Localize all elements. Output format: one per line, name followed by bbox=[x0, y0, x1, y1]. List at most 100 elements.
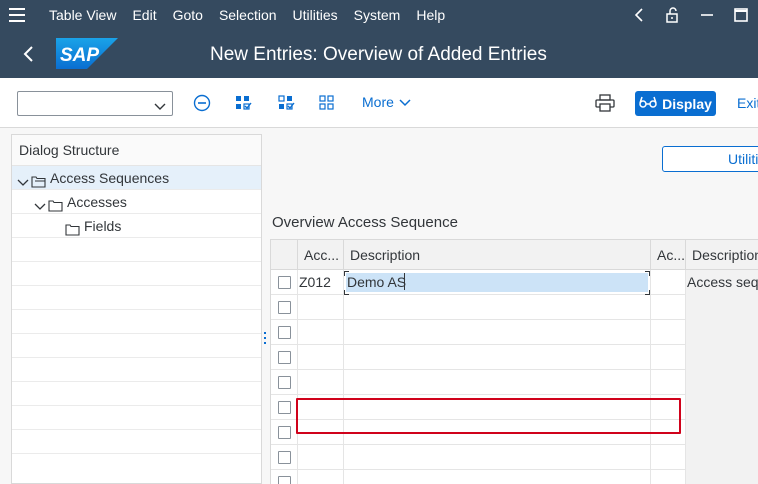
row-selector[interactable] bbox=[271, 395, 298, 420]
minus-circle-icon[interactable] bbox=[191, 91, 213, 115]
cell-access-category[interactable] bbox=[651, 395, 686, 420]
row-checkbox[interactable] bbox=[278, 401, 291, 414]
folder-open-icon bbox=[31, 171, 46, 188]
cell-access-sequence[interactable] bbox=[298, 470, 344, 484]
menu-selection[interactable]: Selection bbox=[211, 0, 285, 30]
panel-splitter[interactable] bbox=[264, 332, 267, 350]
cell-access-category[interactable] bbox=[651, 470, 686, 484]
row-selector[interactable] bbox=[271, 420, 298, 445]
row-checkbox[interactable] bbox=[278, 326, 291, 339]
cell-access-sequence[interactable] bbox=[298, 395, 344, 420]
column-header-access-sequence[interactable]: Acc... bbox=[298, 240, 344, 270]
row-selector[interactable] bbox=[271, 345, 298, 370]
column-header-description[interactable]: Description bbox=[344, 240, 651, 270]
row-checkbox[interactable] bbox=[278, 426, 291, 439]
menu-help[interactable]: Help bbox=[408, 0, 453, 30]
cell-description-2 bbox=[686, 370, 758, 395]
menu-edit[interactable]: Edit bbox=[124, 0, 164, 30]
hamburger-icon[interactable] bbox=[0, 0, 34, 30]
tree-empty-row bbox=[12, 430, 261, 454]
cell-description[interactable] bbox=[344, 470, 651, 484]
cell-access-category[interactable] bbox=[651, 445, 686, 470]
row-selector[interactable] bbox=[271, 295, 298, 320]
description-input-value: Demo AS bbox=[347, 274, 407, 290]
description-input[interactable]: Demo AS bbox=[346, 273, 648, 292]
table-header: Acc... Description Ac... Description bbox=[271, 240, 758, 270]
cell-description-2 bbox=[686, 345, 758, 370]
cell-description-2: Access sequ bbox=[686, 270, 758, 295]
tree-empty-row bbox=[12, 238, 261, 262]
menu-bar: Table View Edit Goto Selection Utilities… bbox=[0, 0, 758, 30]
tree-empty-row bbox=[12, 382, 261, 406]
cell-description[interactable] bbox=[344, 395, 651, 420]
row-selector[interactable] bbox=[271, 470, 298, 484]
cell-description-2 bbox=[686, 295, 758, 320]
chevron-left-icon[interactable] bbox=[622, 0, 656, 30]
row-checkbox[interactable] bbox=[278, 276, 291, 289]
tree-empty-row bbox=[12, 358, 261, 382]
column-header-access-category[interactable]: Ac... bbox=[651, 240, 686, 270]
chevron-left-icon[interactable] bbox=[14, 42, 42, 66]
cell-access-category[interactable] bbox=[651, 420, 686, 445]
row-checkbox[interactable] bbox=[278, 476, 291, 484]
column-header-description-2[interactable]: Description bbox=[686, 240, 758, 270]
deselect-all-icon[interactable] bbox=[316, 91, 338, 115]
row-selector[interactable] bbox=[271, 445, 298, 470]
row-selector[interactable] bbox=[271, 370, 298, 395]
row-checkbox[interactable] bbox=[278, 451, 291, 464]
select-block-icon[interactable] bbox=[275, 91, 297, 115]
cell-access-sequence[interactable]: Z012 bbox=[298, 270, 344, 295]
text-cursor bbox=[404, 273, 405, 290]
more-label: More bbox=[362, 94, 394, 110]
cell-access-category[interactable] bbox=[651, 270, 686, 295]
cell-description[interactable] bbox=[344, 345, 651, 370]
title-bar: SAP New Entries: Overview of Added Entri… bbox=[0, 30, 758, 78]
minimize-icon[interactable] bbox=[690, 0, 724, 30]
access-sequence-table: Acc... Description Ac... Description Z01… bbox=[270, 239, 758, 484]
chevron-down-icon[interactable] bbox=[17, 172, 29, 186]
cell-description[interactable] bbox=[344, 370, 651, 395]
chevron-down-icon[interactable] bbox=[34, 196, 46, 210]
cell-access-category[interactable] bbox=[651, 320, 686, 345]
cell-description[interactable]: Demo AS bbox=[344, 270, 651, 295]
tree-node-access-sequences[interactable]: Access Sequences bbox=[12, 166, 261, 190]
cell-access-sequence[interactable] bbox=[298, 345, 344, 370]
maximize-icon[interactable] bbox=[724, 0, 758, 30]
tree-empty-row bbox=[12, 334, 261, 358]
cell-description[interactable] bbox=[344, 295, 651, 320]
tree-node-fields[interactable]: Fields bbox=[12, 214, 261, 238]
row-checkbox[interactable] bbox=[278, 376, 291, 389]
chevron-down-icon[interactable] bbox=[154, 98, 166, 114]
row-checkbox[interactable] bbox=[278, 301, 291, 314]
row-selector[interactable] bbox=[271, 270, 298, 295]
cell-access-category[interactable] bbox=[651, 345, 686, 370]
printer-icon[interactable] bbox=[594, 91, 616, 115]
row-checkbox[interactable] bbox=[278, 351, 291, 364]
cell-access-sequence[interactable] bbox=[298, 320, 344, 345]
display-button[interactable]: Display bbox=[635, 91, 716, 116]
cell-description[interactable] bbox=[344, 445, 651, 470]
cell-description[interactable] bbox=[344, 420, 651, 445]
cell-description-2 bbox=[686, 395, 758, 420]
cell-access-category[interactable] bbox=[651, 295, 686, 320]
unlock-icon[interactable] bbox=[656, 0, 690, 30]
table-row bbox=[271, 470, 758, 484]
menu-goto[interactable]: Goto bbox=[165, 0, 211, 30]
row-selector[interactable] bbox=[271, 320, 298, 345]
utilities-button[interactable]: Utiliti bbox=[662, 146, 758, 172]
cell-access-sequence[interactable] bbox=[298, 295, 344, 320]
command-field[interactable] bbox=[17, 91, 173, 116]
cell-access-sequence[interactable] bbox=[298, 370, 344, 395]
exit-button[interactable]: Exit bbox=[737, 95, 758, 111]
more-menu-button[interactable]: More bbox=[362, 94, 411, 110]
cell-access-sequence[interactable] bbox=[298, 420, 344, 445]
menu-system[interactable]: System bbox=[346, 0, 409, 30]
cell-access-sequence[interactable] bbox=[298, 445, 344, 470]
cell-description[interactable] bbox=[344, 320, 651, 345]
menu-table-view[interactable]: Table View bbox=[34, 0, 124, 30]
menu-utilities[interactable]: Utilities bbox=[285, 0, 346, 30]
select-all-icon[interactable] bbox=[232, 91, 254, 115]
row-selector-header[interactable] bbox=[271, 240, 298, 270]
cell-access-category[interactable] bbox=[651, 370, 686, 395]
tree-node-accesses[interactable]: Accesses bbox=[12, 190, 261, 214]
